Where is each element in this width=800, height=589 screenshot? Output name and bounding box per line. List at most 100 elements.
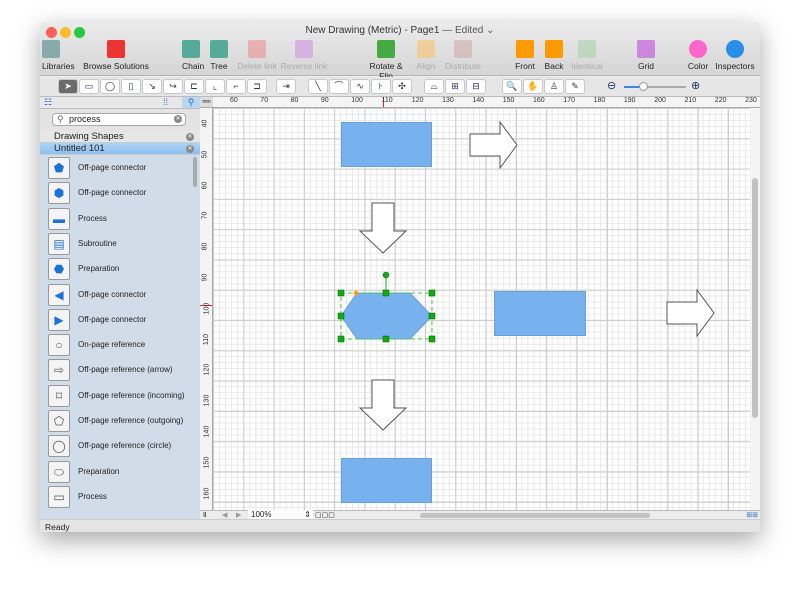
toolbar-label: Front xyxy=(515,61,535,71)
horizontal-scrollbar[interactable] xyxy=(420,513,650,518)
library-shape-item[interactable]: ⌑ Off-page reference (incoming) xyxy=(48,384,188,407)
curve-connector-tool[interactable]: ↪ xyxy=(163,79,183,94)
shape-label: Off-page connector xyxy=(78,289,147,299)
zoom-slider[interactable] xyxy=(624,82,686,91)
tree-view-icon[interactable]: ☷ xyxy=(44,97,52,108)
window-title: New Drawing (Metric) - Page1 — Edited ⌄ xyxy=(305,25,495,36)
spline-tool[interactable]: ✣ xyxy=(392,79,412,94)
toolbar-tree-button[interactable]: Tree xyxy=(210,40,228,71)
ruler-label: 200 xyxy=(654,97,666,104)
close-group-icon[interactable]: ✕ xyxy=(186,133,194,141)
toolbar-color-button[interactable]: Color xyxy=(687,40,709,71)
toolbar-reverse-link-button[interactable]: Reverse link xyxy=(280,40,328,71)
ruler-label: 190 xyxy=(623,97,636,104)
library-shape-item[interactable]: ▬ Process xyxy=(48,207,188,230)
diagram-shapes xyxy=(337,120,715,431)
library-shape-item[interactable]: ⬟ Off-page connector xyxy=(48,157,188,179)
delete-link-icon xyxy=(248,40,266,58)
rectangle-tool[interactable]: ▭ xyxy=(79,79,99,94)
toolbar-front-button[interactable]: Front xyxy=(514,40,536,71)
bezier-tool[interactable]: ∿ xyxy=(350,79,370,94)
zoom-out-icon[interactable]: ⊖ xyxy=(607,79,616,92)
toolbar-grid-button[interactable]: Grid xyxy=(636,40,656,71)
horizontal-ruler: 60 70 80 90 100 110 120 130 140 150 160 170 180 190 20… xyxy=(213,97,760,108)
ruler-label: 120 xyxy=(411,97,424,104)
text-tool[interactable]: ▯ xyxy=(121,79,141,94)
library-shape-item[interactable]: ▭ Process xyxy=(48,485,188,508)
toolbar-inspectors-button[interactable]: Inspectors xyxy=(714,40,756,71)
vertical-scrollbar[interactable] xyxy=(750,108,760,510)
ruler-label: 150 xyxy=(502,97,515,104)
side-connector-tool[interactable]: ⌐ xyxy=(226,79,246,94)
ruler-label: 230 xyxy=(745,97,757,104)
clear-search-icon[interactable]: ✕ xyxy=(174,115,182,123)
polyline-tool[interactable]: ⊦ xyxy=(371,79,391,94)
toolbar-rotate-flip-button[interactable]: Rotate & Flip xyxy=(362,40,410,81)
library-shape-item[interactable]: ○ On-page reference xyxy=(48,334,188,357)
next-page-icon[interactable]: ▶ xyxy=(236,511,241,519)
group-drawing-shapes[interactable]: Drawing Shapes ✕ xyxy=(40,131,200,143)
toolbar-chain-button[interactable]: Chain xyxy=(182,40,204,71)
library-shape-item[interactable]: ⬠ Off-page reference (outgoing) xyxy=(48,410,188,432)
library-shape-item[interactable]: ⇨ Off-page reference (arrow) xyxy=(48,359,188,382)
insert-tool[interactable]: ⇥ xyxy=(276,79,296,94)
toolbar-back-button[interactable]: Back xyxy=(543,40,565,71)
library-shape-item[interactable]: ◀ Off-page connector xyxy=(48,283,188,306)
library-shape-item[interactable]: ⬢ Off-page connector xyxy=(48,182,188,205)
eyedropper-icon[interactable]: ✎ xyxy=(565,79,585,94)
shape-label: Off-page connector xyxy=(78,163,147,172)
group-tool[interactable]: ⊞ xyxy=(445,79,465,94)
line-tool[interactable]: ╲ xyxy=(308,79,328,94)
ruler-label: 130 xyxy=(442,97,454,104)
library-shape-item[interactable]: ⬭ Preparation xyxy=(48,460,188,483)
library-shape-item[interactable]: ▤ Subroutine xyxy=(48,232,188,255)
toolbar-distribute-button[interactable]: Distribute xyxy=(444,40,482,71)
library-shape-item[interactable]: ▶ Off-page connector xyxy=(48,308,188,331)
toolbar-label: Align xyxy=(416,61,436,71)
library-shape-item[interactable]: ⬣ Preparation xyxy=(48,258,188,281)
smart-connector-tool[interactable]: ⊏ xyxy=(184,79,204,94)
shape-thumbnail-icon: ⬠ xyxy=(48,410,70,432)
library-shape-item[interactable]: ◯ Off-page reference (circle) xyxy=(48,435,188,458)
shape-label: Off-page connector xyxy=(78,188,147,198)
library-scrollbar[interactable] xyxy=(193,157,197,187)
search-icon: ⚲ xyxy=(57,114,64,124)
shape-thumbnail-icon: ⌑ xyxy=(48,384,70,407)
search-input[interactable]: ⚲ process ✕ xyxy=(52,113,186,126)
prev-page-icon[interactable]: ◀ xyxy=(222,511,227,519)
page-view-buttons[interactable]: ▢▢▢ xyxy=(315,511,335,519)
group-untitled-101[interactable]: Untitled 101 ✕ xyxy=(40,143,200,155)
toolbar-delete-link-button[interactable]: Delete link xyxy=(236,40,278,71)
preparation-shape-selected xyxy=(340,292,433,340)
ruler-label: 220 xyxy=(714,97,727,104)
ungroup-tool[interactable]: ⊟ xyxy=(466,79,486,94)
ruler-label: 140 xyxy=(203,425,211,438)
close-group-icon[interactable]: ✕ xyxy=(186,145,194,153)
tree-icon xyxy=(210,40,228,58)
toolbar-identical-button[interactable]: Identical xyxy=(570,40,604,71)
grid-view-icon[interactable]: ⁞⁞ xyxy=(163,97,168,107)
fit-page-icon[interactable]: ⊞⊞ xyxy=(746,511,758,519)
rotate-flip-icon xyxy=(377,40,395,58)
zoom-tool-icon[interactable]: 🔍 xyxy=(502,79,522,94)
hand-tool-icon[interactable]: ✋ xyxy=(523,79,543,94)
toolbar-align-button[interactable]: Align xyxy=(416,40,436,71)
split-handle-icon[interactable]: Ⅱ xyxy=(203,511,206,519)
edit-points-tool[interactable]: ⌓ xyxy=(424,79,444,94)
round-connector-tool[interactable]: ⌞ xyxy=(205,79,225,94)
tree-connector-tool[interactable]: ⊐ xyxy=(247,79,267,94)
toolbar-label: Delete link xyxy=(237,61,277,71)
search-mode-icon[interactable]: ⚲ xyxy=(182,97,200,108)
stamp-tool-icon[interactable]: ♙ xyxy=(544,79,564,94)
ruler-label: 90 xyxy=(201,273,209,282)
zoom-in-icon[interactable]: ⊕ xyxy=(691,79,700,92)
drawing-canvas[interactable] xyxy=(213,108,750,510)
ellipse-tool[interactable]: ◯ xyxy=(100,79,120,94)
select-tool[interactable]: ➤ xyxy=(58,79,78,94)
toolbar-browse-solutions-button[interactable]: Browse Solutions xyxy=(82,40,150,71)
toolbar-libraries-button[interactable]: Libraries xyxy=(42,40,75,71)
connector-tool[interactable]: ↘ xyxy=(142,79,162,94)
arc-tool[interactable]: ⌒ xyxy=(329,79,349,94)
shape-label: Preparation xyxy=(78,466,120,476)
ruler-label: 180 xyxy=(593,97,606,104)
